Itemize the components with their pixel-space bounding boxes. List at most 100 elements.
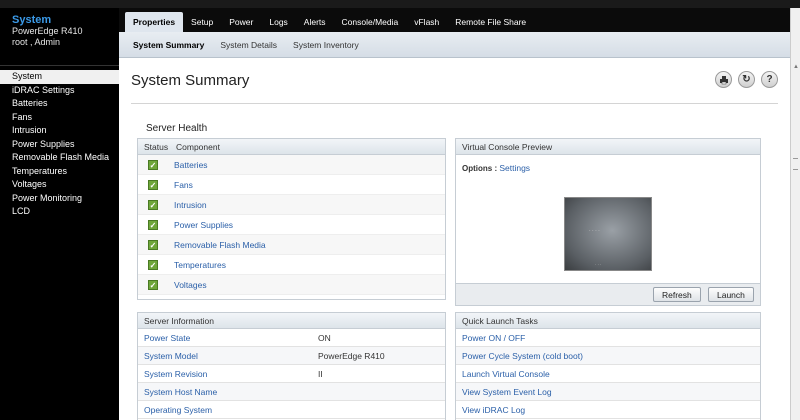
- sidebar: System PowerEdge R410 root , Admin Syste…: [0, 8, 119, 420]
- tab-logs[interactable]: Logs: [261, 12, 295, 32]
- sidebar-item-fans[interactable]: Fans: [0, 111, 119, 125]
- top-strip: [0, 0, 800, 8]
- ok-check-icon: ✓: [148, 159, 158, 170]
- col-component: Component: [176, 142, 220, 152]
- health-table-header: Status Component: [138, 139, 445, 155]
- ok-check-icon: ✓: [148, 279, 158, 290]
- server-information-title: Server Information: [138, 313, 445, 329]
- subtab-bar: System Summary System Details System Inv…: [119, 32, 790, 58]
- list-item: View iDRAC Log: [456, 401, 760, 419]
- table-row: ✓ Intrusion: [138, 195, 445, 215]
- ok-check-icon: ✓: [148, 179, 158, 190]
- tab-alerts[interactable]: Alerts: [296, 12, 334, 32]
- table-row: ✓ Fans: [138, 175, 445, 195]
- info-label-system-host-name[interactable]: System Host Name: [138, 387, 318, 397]
- server-information-panel: Server Information Power State ON System …: [137, 312, 446, 420]
- tab-console-media[interactable]: Console/Media: [334, 12, 407, 32]
- task-power-on-off[interactable]: Power ON / OFF: [462, 333, 525, 343]
- console-screen-text: · · · ·: [589, 228, 600, 234]
- table-row: ✓ Batteries: [138, 155, 445, 175]
- info-label-system-revision[interactable]: System Revision: [138, 369, 318, 379]
- list-item: Power Cycle System (cold boot): [456, 347, 760, 365]
- health-link-batteries[interactable]: Batteries: [174, 160, 208, 170]
- sidebar-item-temperatures[interactable]: Temperatures: [0, 165, 119, 179]
- subtab-system-summary[interactable]: System Summary: [125, 40, 212, 50]
- sidebar-item-idrac-settings[interactable]: iDRAC Settings: [0, 84, 119, 98]
- list-item: Launch Virtual Console: [456, 365, 760, 383]
- ok-check-icon: ✓: [148, 259, 158, 270]
- sidebar-item-batteries[interactable]: Batteries: [0, 97, 119, 111]
- system-model: PowerEdge R410: [12, 26, 83, 36]
- info-value-system-model: PowerEdge R410: [318, 350, 385, 361]
- console-options: Options : Settings: [456, 155, 760, 181]
- settings-link[interactable]: Settings: [499, 163, 530, 173]
- sidebar-item-power-supplies[interactable]: Power Supplies: [0, 138, 119, 152]
- health-link-intrusion[interactable]: Intrusion: [174, 200, 207, 210]
- health-link-power-supplies[interactable]: Power Supplies: [174, 220, 233, 230]
- table-row: ✓ Removable Flash Media: [138, 235, 445, 255]
- server-health-panel: Status Component ✓ Batteries ✓ Fans ✓ Intru…: [137, 138, 446, 300]
- table-row: System Model PowerEdge R410: [138, 347, 445, 365]
- info-label-power-state[interactable]: Power State: [138, 333, 318, 343]
- table-row: Operating System: [138, 401, 445, 419]
- sidebar-item-voltages[interactable]: Voltages: [0, 178, 119, 192]
- tab-vflash[interactable]: vFlash: [406, 12, 447, 32]
- virtual-console-panel: Virtual Console Preview Options : Settin…: [455, 138, 761, 306]
- tab-bar: Properties Setup Power Logs Alerts Conso…: [119, 8, 790, 32]
- tab-properties[interactable]: Properties: [125, 12, 184, 32]
- subtab-system-details[interactable]: System Details: [212, 40, 285, 50]
- sidebar-item-lcd[interactable]: LCD: [0, 205, 119, 219]
- ok-check-icon: ✓: [148, 239, 158, 250]
- console-screen-footer: · · ·: [595, 262, 602, 267]
- idrac-window: System PowerEdge R410 root , Admin Syste…: [0, 0, 800, 420]
- info-label-operating-system[interactable]: Operating System: [138, 405, 318, 415]
- tab-setup[interactable]: Setup: [183, 12, 221, 32]
- scroll-grip-icon[interactable]: [793, 158, 798, 170]
- table-row: Power State ON: [138, 329, 445, 347]
- subtab-system-inventory[interactable]: System Inventory: [285, 40, 367, 50]
- task-power-cycle[interactable]: Power Cycle System (cold boot): [462, 351, 583, 361]
- ok-check-icon: ✓: [148, 199, 158, 210]
- page-header: System Summary ↻ ?: [131, 58, 778, 104]
- page-title: System Summary: [131, 72, 250, 89]
- info-value-system-revision: II: [318, 368, 323, 379]
- sidebar-item-intrusion[interactable]: Intrusion: [0, 124, 119, 138]
- sidebar-item-power-monitoring[interactable]: Power Monitoring: [0, 192, 119, 206]
- health-link-removable-flash-media[interactable]: Removable Flash Media: [174, 240, 266, 250]
- health-link-fans[interactable]: Fans: [174, 180, 193, 190]
- health-rows: ✓ Batteries ✓ Fans ✓ Intrusion ✓ Power Suppl…: [138, 155, 445, 295]
- server-info-rows: Power State ON System Model PowerEdge R410…: [138, 329, 445, 419]
- vertical-scrollbar[interactable]: ▲: [790, 8, 800, 420]
- info-value-power-state: ON: [318, 332, 331, 343]
- ok-check-icon: ✓: [148, 219, 158, 230]
- main-content: Properties Setup Power Logs Alerts Conso…: [119, 8, 790, 420]
- tab-remote-file-share[interactable]: Remote File Share: [447, 12, 534, 32]
- health-link-voltages[interactable]: Voltages: [174, 280, 207, 290]
- virtual-console-title: Virtual Console Preview: [456, 139, 760, 155]
- table-row: System Revision II: [138, 365, 445, 383]
- table-row: System Host Name: [138, 383, 445, 401]
- health-link-temperatures[interactable]: Temperatures: [174, 260, 226, 270]
- list-item: Power ON / OFF: [456, 329, 760, 347]
- console-preview-image[interactable]: · · · · · · ·: [564, 197, 652, 271]
- info-label-system-model[interactable]: System Model: [138, 351, 318, 361]
- options-label: Options :: [462, 164, 498, 173]
- task-view-system-event-log[interactable]: View System Event Log: [462, 387, 552, 397]
- refresh-button[interactable]: Refresh: [653, 287, 701, 302]
- table-row: ✓ Power Supplies: [138, 215, 445, 235]
- launch-button[interactable]: Launch: [708, 287, 754, 302]
- quick-launch-list: Power ON / OFF Power Cycle System (cold …: [456, 329, 760, 419]
- table-row: ✓ Temperatures: [138, 255, 445, 275]
- tab-power[interactable]: Power: [221, 12, 261, 32]
- refresh-icon[interactable]: ↻: [738, 71, 755, 88]
- help-icon[interactable]: ?: [761, 71, 778, 88]
- server-health-title: Server Health: [146, 123, 208, 134]
- sidebar-item-removable-flash-media[interactable]: Removable Flash Media: [0, 151, 119, 165]
- sidebar-nav: System iDRAC Settings Batteries Fans Int…: [0, 70, 119, 219]
- task-launch-virtual-console[interactable]: Launch Virtual Console: [462, 369, 550, 379]
- system-title[interactable]: System: [12, 14, 119, 26]
- print-icon[interactable]: [715, 71, 732, 88]
- task-view-idrac-log[interactable]: View iDRAC Log: [462, 405, 525, 415]
- sidebar-item-system[interactable]: System: [0, 70, 119, 84]
- scroll-up-icon[interactable]: ▲: [793, 64, 799, 70]
